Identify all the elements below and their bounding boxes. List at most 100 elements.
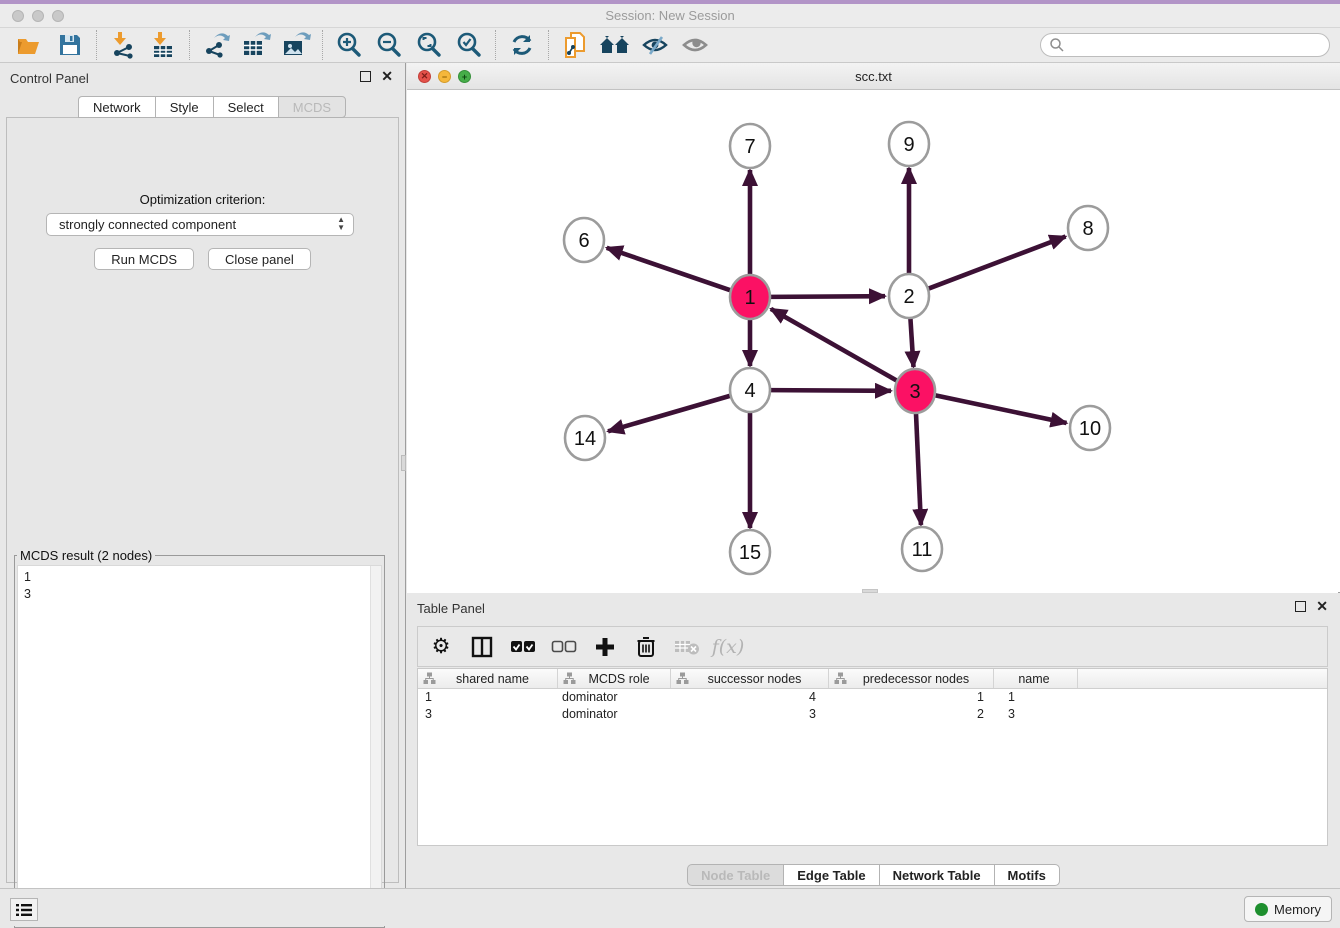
- tab-network-table[interactable]: Network Table: [879, 864, 994, 886]
- table-row[interactable]: 1dominator411: [418, 689, 1327, 706]
- zoom-selected-button[interactable]: [449, 29, 489, 61]
- table-cell[interactable]: 1: [994, 689, 1078, 706]
- export-network-icon: [202, 31, 230, 59]
- add-row-button[interactable]: [592, 634, 618, 660]
- graph-edge-1-2[interactable]: [771, 296, 885, 297]
- export-network-button[interactable]: [196, 29, 236, 61]
- graph-node-15[interactable]: 15: [730, 530, 770, 574]
- export-table-button[interactable]: [236, 29, 276, 61]
- status-bar: Memory: [0, 888, 1340, 926]
- graph-node-8[interactable]: 8: [1068, 206, 1108, 250]
- mcds-result-item[interactable]: 1: [24, 569, 381, 586]
- column-header-successor-nodes[interactable]: successor nodes: [671, 669, 829, 688]
- svg-text:1: 1: [744, 287, 755, 309]
- table-cell[interactable]: 2: [829, 706, 994, 723]
- function-builder-button[interactable]: f(x): [715, 634, 741, 660]
- graph-node-14[interactable]: 14: [565, 416, 605, 460]
- mcds-result-legend: MCDS result (2 nodes): [17, 548, 155, 563]
- table-settings-button[interactable]: ⚙: [428, 634, 454, 660]
- toolbar-search[interactable]: [1040, 33, 1330, 57]
- zoom-in-button[interactable]: [329, 29, 369, 61]
- table-cell[interactable]: 1: [829, 689, 994, 706]
- graph-node-2[interactable]: 2: [889, 274, 929, 318]
- apply-layout-button[interactable]: [502, 29, 542, 61]
- svg-text:4: 4: [744, 380, 755, 402]
- column-header-mcds-role[interactable]: MCDS role: [558, 669, 671, 688]
- graph-node-6[interactable]: 6: [564, 218, 604, 262]
- export-image-button[interactable]: [276, 29, 316, 61]
- network-window-titlebar[interactable]: ✕ − + scc.txt: [407, 63, 1340, 90]
- graph-node-10[interactable]: 10: [1070, 406, 1110, 450]
- gear-icon: ⚙: [432, 636, 451, 658]
- tab-select[interactable]: Select: [213, 96, 278, 118]
- graph-edge-4-3[interactable]: [771, 390, 891, 391]
- tab-motifs[interactable]: Motifs: [994, 864, 1060, 886]
- tab-style[interactable]: Style: [155, 96, 213, 118]
- close-panel-button[interactable]: Close panel: [208, 248, 311, 270]
- mcds-result-item[interactable]: 3: [24, 586, 381, 603]
- graph-node-9[interactable]: 9: [889, 122, 929, 166]
- column-header-shared-name[interactable]: shared name: [418, 669, 558, 688]
- show-columns-button[interactable]: [469, 634, 495, 660]
- table-panel-tabs: Node Table Edge Table Network Table Moti…: [407, 864, 1340, 886]
- table-cell[interactable]: dominator: [558, 689, 671, 706]
- show-all-button[interactable]: [675, 29, 715, 61]
- graph-node-3[interactable]: 3: [895, 369, 935, 413]
- zoom-fit-button[interactable]: [409, 29, 449, 61]
- graph-node-11[interactable]: 11: [902, 527, 942, 571]
- graph-node-7[interactable]: 7: [730, 124, 770, 168]
- table-cell[interactable]: 3: [671, 706, 829, 723]
- save-session-button[interactable]: [50, 29, 90, 61]
- clone-network-icon: [561, 30, 589, 60]
- table-cell[interactable]: 3: [994, 706, 1078, 723]
- control-panel-tabs: Network Style Select MCDS: [78, 96, 346, 118]
- graph-edge-3-10[interactable]: [936, 395, 1067, 423]
- float-panel-icon[interactable]: [360, 71, 371, 82]
- table-row[interactable]: 3dominator323: [418, 706, 1327, 723]
- table-cell[interactable]: 3: [418, 706, 558, 723]
- run-mcds-button[interactable]: Run MCDS: [94, 248, 194, 270]
- clone-network-button[interactable]: [555, 29, 595, 61]
- import-table-button[interactable]: [143, 29, 183, 61]
- close-panel-icon[interactable]: ✕: [381, 71, 393, 82]
- import-network-button[interactable]: [103, 29, 143, 61]
- tab-node-table[interactable]: Node Table: [687, 864, 783, 886]
- svg-text:11: 11: [912, 539, 933, 561]
- graph-edge-1-6[interactable]: [607, 248, 730, 290]
- splitter-grip[interactable]: [401, 455, 406, 471]
- tab-network[interactable]: Network: [78, 96, 155, 118]
- graph-edge-3-1[interactable]: [771, 309, 897, 381]
- delete-table-button[interactable]: [674, 634, 700, 660]
- table-cell[interactable]: dominator: [558, 706, 671, 723]
- mcds-result-list[interactable]: 13: [17, 565, 382, 907]
- close-table-panel-icon[interactable]: ✕: [1316, 601, 1328, 612]
- deselect-all-button[interactable]: [551, 634, 577, 660]
- tab-mcds[interactable]: MCDS: [278, 96, 346, 118]
- graph-node-1[interactable]: 1: [730, 275, 770, 319]
- select-all-button[interactable]: [510, 634, 536, 660]
- result-scrollbar[interactable]: [370, 566, 381, 906]
- task-history-button[interactable]: [10, 898, 38, 921]
- network-graph[interactable]: 7 9 6 8 1 2 4 3 14 10 15 11: [407, 90, 1338, 593]
- graph-edge-2-8[interactable]: [929, 237, 1066, 289]
- column-header-predecessor-nodes[interactable]: predecessor nodes: [829, 669, 994, 688]
- table-cell[interactable]: 1: [418, 689, 558, 706]
- network-canvas[interactable]: 7 9 6 8 1 2 4 3 14 10 15 11: [407, 90, 1338, 593]
- first-neighbors-button[interactable]: [595, 29, 635, 61]
- hide-selected-button[interactable]: [635, 29, 675, 61]
- table-cell[interactable]: 4: [671, 689, 829, 706]
- float-table-panel-icon[interactable]: [1295, 601, 1306, 612]
- column-header-name[interactable]: name: [994, 669, 1078, 688]
- criterion-select[interactable]: strongly connected component ▲▼: [46, 213, 354, 236]
- memory-button[interactable]: Memory: [1244, 896, 1332, 922]
- criterion-value: strongly connected component: [59, 217, 236, 232]
- zoom-out-button[interactable]: [369, 29, 409, 61]
- open-session-button[interactable]: [10, 29, 50, 61]
- delete-row-button[interactable]: [633, 634, 659, 660]
- tab-edge-table[interactable]: Edge Table: [783, 864, 878, 886]
- graph-edge-2-3[interactable]: [910, 317, 913, 367]
- search-input[interactable]: [1065, 35, 1329, 55]
- graph-node-4[interactable]: 4: [730, 368, 770, 412]
- graph-edge-4-14[interactable]: [608, 396, 730, 431]
- graph-edge-3-11[interactable]: [916, 412, 921, 525]
